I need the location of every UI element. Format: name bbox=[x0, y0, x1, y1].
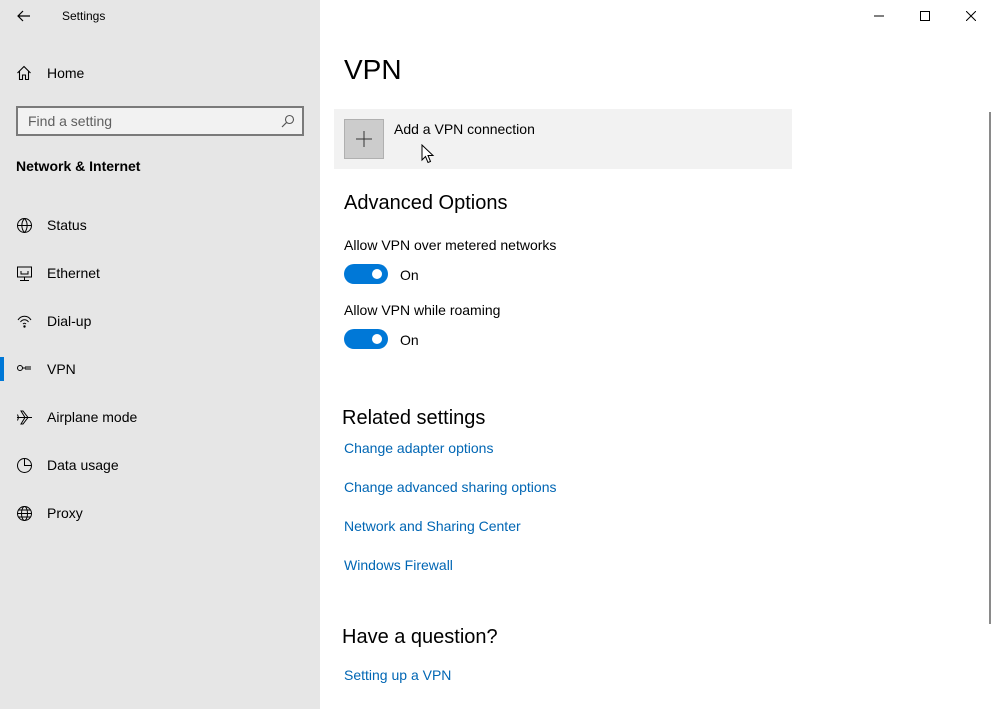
network-sharing-center-link[interactable]: Network and Sharing Center bbox=[344, 518, 521, 534]
maximize-icon bbox=[920, 11, 930, 21]
windows-firewall-link[interactable]: Windows Firewall bbox=[344, 557, 453, 573]
metered-networks-toggle[interactable] bbox=[344, 264, 388, 284]
search-icon[interactable] bbox=[281, 114, 295, 128]
vpn-icon bbox=[17, 365, 31, 371]
roaming-toggle[interactable] bbox=[344, 329, 388, 349]
have-a-question-heading: Have a question? bbox=[342, 626, 498, 648]
sidebar-item-label: Ethernet bbox=[47, 265, 100, 281]
scrollbar[interactable] bbox=[989, 112, 991, 624]
sidebar-item-data-usage[interactable]: Data usage bbox=[0, 445, 320, 485]
active-indicator bbox=[0, 357, 4, 381]
toggle-knob bbox=[372, 334, 382, 344]
setting-up-vpn-link[interactable]: Setting up a VPN bbox=[344, 667, 451, 683]
search-box[interactable] bbox=[16, 106, 304, 136]
roaming-label: Allow VPN while roaming bbox=[344, 302, 501, 318]
metered-networks-state: On bbox=[400, 267, 419, 283]
app-title: Settings bbox=[62, 9, 106, 23]
sidebar-item-vpn[interactable]: VPN bbox=[0, 349, 320, 389]
status-icon bbox=[17, 218, 32, 233]
page-title: VPN bbox=[344, 54, 402, 85]
sidebar: Settings Home Network & Internet Status … bbox=[0, 0, 320, 709]
sidebar-item-dial-up[interactable]: Dial-up bbox=[0, 301, 320, 341]
related-settings-heading: Related settings bbox=[342, 407, 486, 429]
add-vpn-label: Add a VPN connection bbox=[394, 121, 535, 137]
close-icon bbox=[966, 11, 976, 21]
add-vpn-connection-button[interactable]: Add a VPN connection bbox=[334, 109, 792, 169]
search-input[interactable] bbox=[18, 108, 276, 134]
minimize-button[interactable] bbox=[856, 0, 902, 32]
home-nav-item[interactable]: Home bbox=[0, 58, 320, 88]
maximize-button[interactable] bbox=[902, 0, 948, 32]
change-advanced-sharing-link[interactable]: Change advanced sharing options bbox=[344, 479, 557, 495]
sidebar-item-label: Status bbox=[47, 217, 87, 233]
data-usage-icon bbox=[17, 458, 32, 473]
sidebar-item-label: Dial-up bbox=[47, 313, 92, 329]
sidebar-item-label: VPN bbox=[47, 361, 76, 377]
advanced-options-heading: Advanced Options bbox=[344, 192, 508, 214]
back-button[interactable] bbox=[10, 4, 38, 28]
toggle-knob bbox=[372, 269, 382, 279]
minimize-icon bbox=[874, 15, 884, 17]
home-icon bbox=[17, 65, 31, 81]
sidebar-item-label: Data usage bbox=[47, 457, 119, 473]
metered-networks-label: Allow VPN over metered networks bbox=[344, 237, 557, 253]
sidebar-item-ethernet[interactable]: Ethernet bbox=[0, 253, 320, 293]
globe-icon bbox=[17, 506, 32, 521]
airplane-icon bbox=[17, 410, 32, 425]
sidebar-item-proxy[interactable]: Proxy bbox=[0, 493, 320, 533]
home-label: Home bbox=[47, 65, 85, 81]
section-title: Network & Internet bbox=[16, 158, 141, 174]
ethernet-icon bbox=[17, 266, 32, 281]
sidebar-item-label: Airplane mode bbox=[47, 409, 138, 425]
dialup-icon bbox=[17, 315, 32, 328]
sidebar-item-status[interactable]: Status bbox=[0, 205, 320, 245]
plus-icon bbox=[356, 131, 372, 147]
sidebar-item-label: Proxy bbox=[47, 505, 83, 521]
back-arrow-icon bbox=[17, 10, 30, 22]
window-controls bbox=[856, 0, 994, 32]
plus-tile bbox=[344, 119, 384, 159]
roaming-state: On bbox=[400, 332, 419, 348]
change-adapter-options-link[interactable]: Change adapter options bbox=[344, 440, 493, 456]
sidebar-item-airplane-mode[interactable]: Airplane mode bbox=[0, 397, 320, 437]
close-button[interactable] bbox=[948, 0, 994, 32]
